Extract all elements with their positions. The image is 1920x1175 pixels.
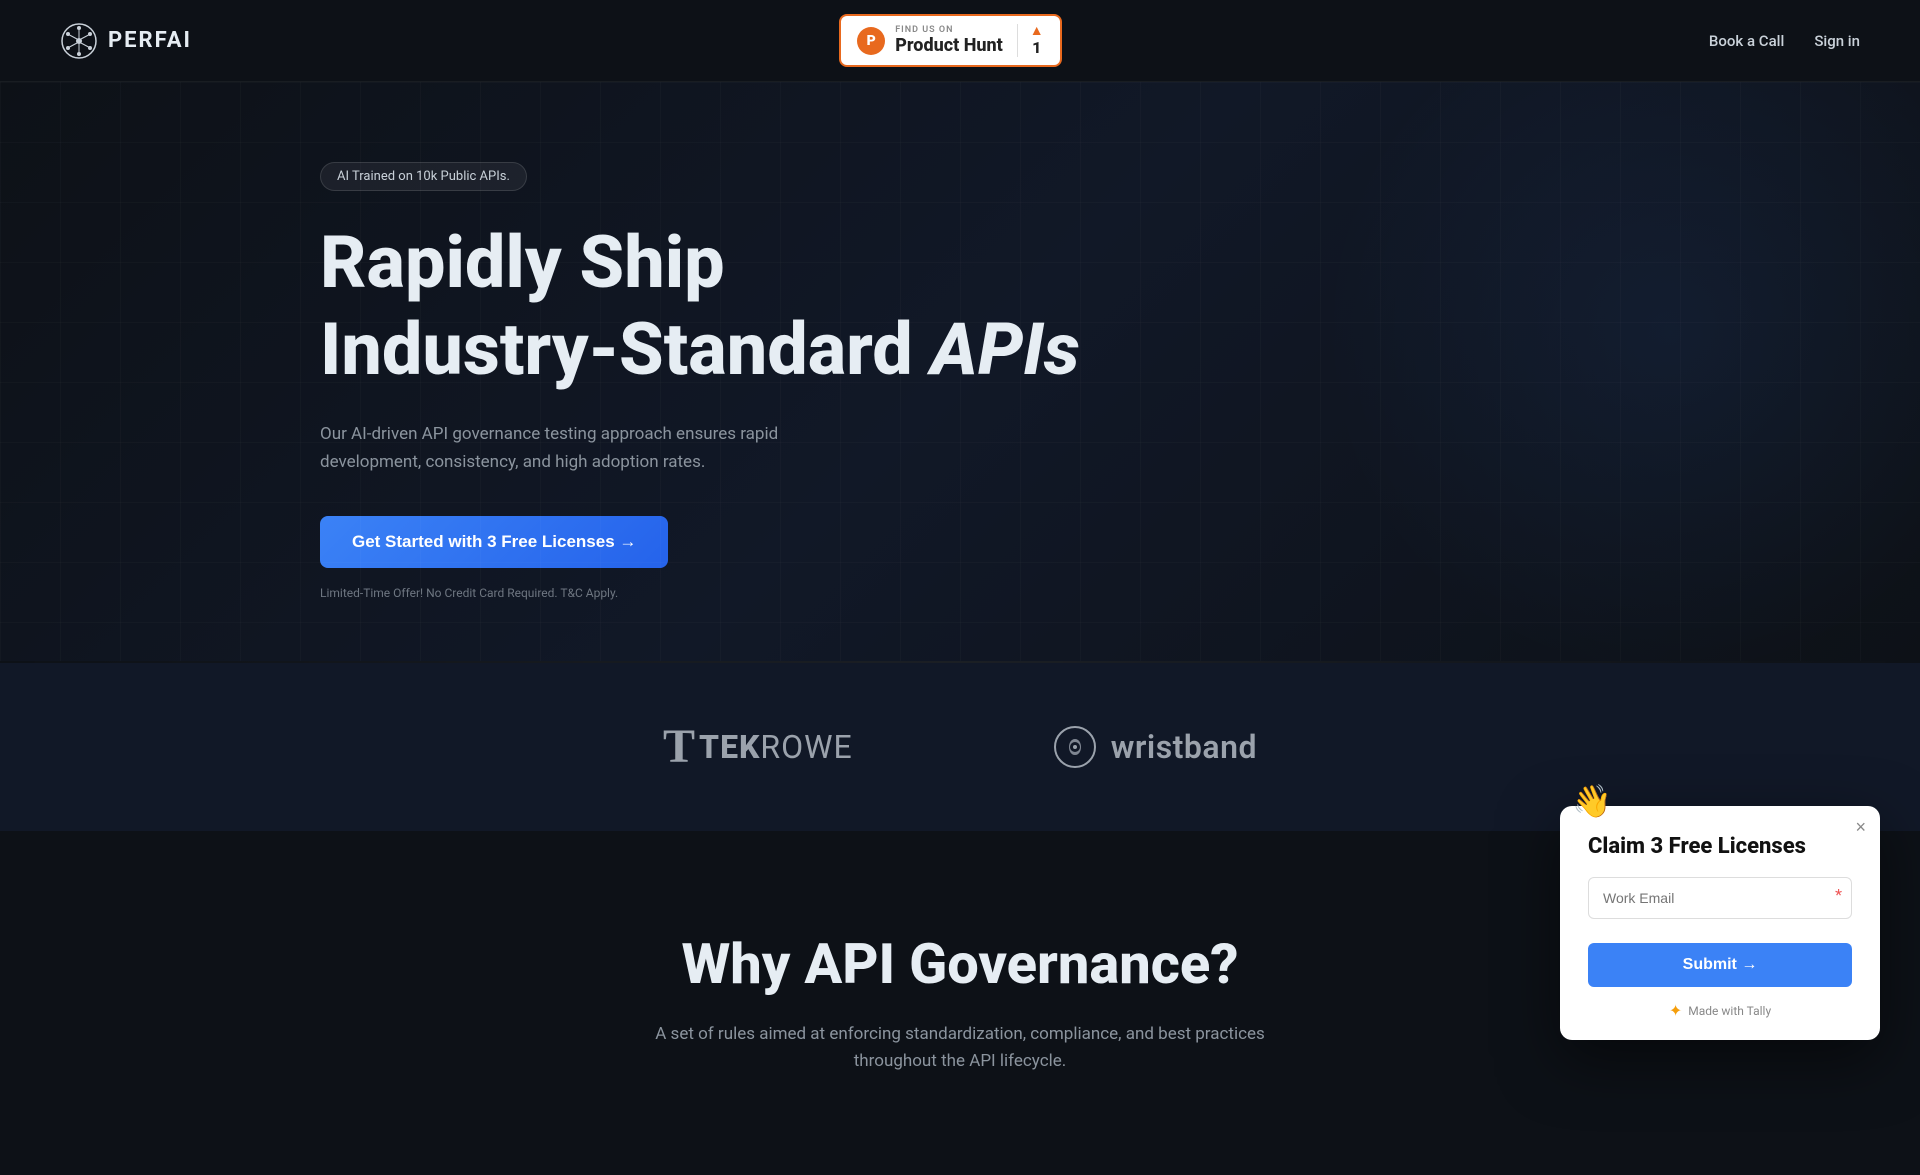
product-hunt-name: Product Hunt bbox=[895, 35, 1003, 56]
popup-card: × Claim 3 Free Licenses * Submit → ✦ Mad… bbox=[1560, 806, 1880, 1040]
nav-right: Book a Call Sign in bbox=[1709, 32, 1860, 50]
hero-badge-text: AI Trained on 10k Public APIs. bbox=[337, 169, 510, 184]
hero-badge: AI Trained on 10k Public APIs. bbox=[320, 162, 527, 191]
popup-title: Claim 3 Free Licenses bbox=[1588, 834, 1852, 859]
hero-section: AI Trained on 10k Public APIs. Rapidly S… bbox=[0, 82, 1920, 661]
product-hunt-badge[interactable]: P FIND US ON Product Hunt ▲ 1 bbox=[839, 14, 1061, 67]
product-hunt-find-text: FIND US ON bbox=[895, 25, 1003, 35]
cta-button-label: Get Started with 3 Free Licenses → bbox=[352, 532, 636, 552]
required-star-icon: * bbox=[1835, 885, 1842, 904]
product-hunt-arrow-icon: ▲ bbox=[1030, 24, 1044, 38]
tally-star-icon: ✦ bbox=[1669, 1001, 1682, 1020]
popup-footer-label: Made with Tally bbox=[1688, 1004, 1771, 1018]
hero-cta-area: Get Started with 3 Free Licenses → Limit… bbox=[320, 516, 1860, 601]
cta-button[interactable]: Get Started with 3 Free Licenses → bbox=[320, 516, 668, 568]
sign-in-link[interactable]: Sign in bbox=[1814, 32, 1860, 50]
why-description: A set of rules aimed at enforcing standa… bbox=[640, 1021, 1280, 1075]
popup-close-button[interactable]: × bbox=[1855, 818, 1866, 836]
hero-title-line2: Industry-Standard APIs bbox=[320, 310, 1860, 389]
cta-disclaimer: Limited-Time Offer! No Credit Card Requi… bbox=[320, 586, 618, 600]
hero-description: Our AI-driven API governance testing app… bbox=[320, 421, 860, 475]
tekrowe-t-icon: T bbox=[663, 723, 695, 771]
tekrowe-light: ROWE bbox=[760, 728, 852, 766]
popup-footer: ✦ Made with Tally bbox=[1588, 1001, 1852, 1020]
navbar: PERFAI P FIND US ON Product Hunt ▲ 1 Boo… bbox=[0, 0, 1920, 82]
popup-overlay: 👋 × Claim 3 Free Licenses * Submit → ✦ M… bbox=[1560, 806, 1880, 1040]
hero-title-line2-normal: Industry-Standard bbox=[320, 307, 931, 392]
hero-title-line1: Rapidly Ship bbox=[320, 223, 1860, 302]
product-hunt-count: 1 bbox=[1032, 38, 1041, 57]
popup-submit-button[interactable]: Submit → bbox=[1588, 943, 1852, 987]
wave-emoji: 👋 bbox=[1572, 782, 1612, 820]
tekrowe-name: TEKROWE bbox=[699, 728, 853, 766]
tekrowe-bold: TEK bbox=[699, 728, 760, 766]
email-input-wrapper: * bbox=[1588, 877, 1852, 931]
book-call-link[interactable]: Book a Call bbox=[1709, 32, 1784, 50]
hero-title-line2-italic: APIs bbox=[931, 307, 1080, 392]
product-hunt-text: FIND US ON Product Hunt bbox=[895, 25, 1003, 56]
logo[interactable]: PERFAI bbox=[60, 22, 192, 60]
email-input[interactable] bbox=[1588, 877, 1852, 919]
product-hunt-logo-icon: P bbox=[857, 27, 885, 55]
nav-center: P FIND US ON Product Hunt ▲ 1 bbox=[839, 14, 1061, 67]
wristband-name: wristband bbox=[1111, 728, 1257, 766]
tekrowe-logo: T TEKROWE bbox=[663, 723, 853, 771]
popup-submit-label: Submit → bbox=[1683, 956, 1758, 974]
wristband-logo: wristband bbox=[1053, 725, 1257, 769]
logo-text: PERFAI bbox=[108, 28, 192, 53]
perfai-logo-icon bbox=[60, 22, 98, 60]
wristband-icon bbox=[1053, 725, 1097, 769]
product-hunt-vote: ▲ 1 bbox=[1017, 24, 1044, 57]
